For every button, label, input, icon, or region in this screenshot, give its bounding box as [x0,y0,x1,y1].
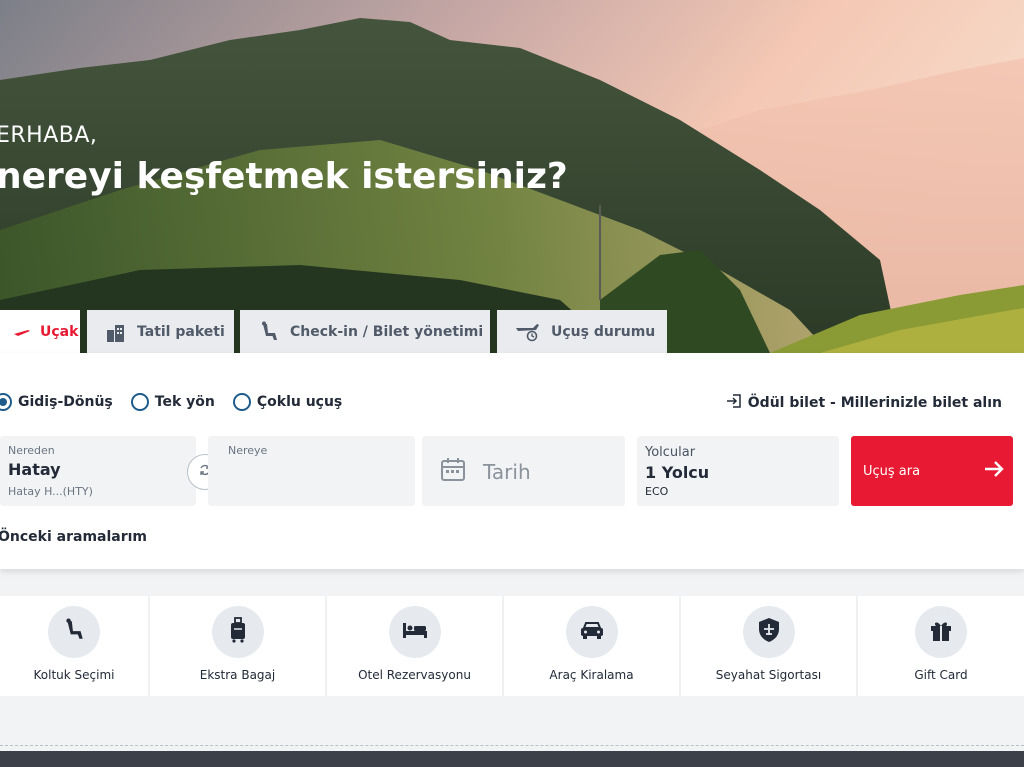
city-icon [105,322,127,342]
flight-search-panel: Gidiş-Dönüş Tek yön Çoklu uçuş Ödül bile… [0,353,1024,569]
trip-type-group: Gidiş-Dönüş Tek yön Çoklu uçuş [0,393,360,411]
flight-status-icon [515,322,541,342]
plane-icon [14,326,30,338]
service-icon-circle [211,606,264,658]
service-hotel-reservation[interactable]: Otel Rezervasyonu [327,596,504,696]
login-arrow-icon [726,393,742,413]
service-label: Otel Rezervasyonu [358,668,471,682]
origin-label: Nereden [8,444,55,457]
cabin-class: ECO [645,485,669,498]
service-icon-circle [388,606,441,658]
service-icon-circle [565,606,618,658]
tab-label: Uçak [40,324,79,340]
passengers-value: 1 Yolcu [645,463,710,482]
recent-searches-link[interactable]: Önceki aramalarım [0,529,147,545]
services-row: Koltuk Seçimi Ekstra Bagaj Otel Rezervas… [0,596,1024,696]
divider [0,745,1024,746]
car-icon [579,620,605,644]
radio-label: Çoklu uçuş [256,394,343,410]
hero-banner: ERHABA, nereyi keşfetmek istersiniz? [0,0,1024,353]
radio-dot [232,393,251,411]
greeting-text: ERHABA, [0,123,98,148]
calendar-icon [440,456,466,486]
service-label: Gift Card [914,668,968,682]
passengers-label: Yolcular [645,445,696,460]
date-placeholder: Tarih [483,460,531,484]
search-button-label: Uçuş ara [863,463,921,479]
service-travel-insurance[interactable]: Seyahat Sigortası [681,596,858,696]
tab-label: Check-in / Bilet yönetimi [290,324,484,340]
passengers-field[interactable]: Yolcular 1 Yolcu ECO [637,436,839,506]
origin-airport: Hatay H...(HTY) [8,485,93,498]
service-label: Araç Kiralama [549,668,634,682]
tab-label: Uçuş durumu [551,324,656,340]
radio-dot [130,393,149,411]
award-ticket-link[interactable]: Ödül bilet - Millerinizle bilet alın [726,393,1002,413]
service-icon-circle [48,606,100,658]
service-icon-circle [915,606,967,658]
radio-one-way[interactable]: Tek yön [130,393,215,411]
radio-label: Gidiş-Dönüş [18,394,113,410]
shield-plane-icon [757,617,781,647]
radio-multi-city[interactable]: Çoklu uçuş [232,393,343,411]
seat-icon [62,618,86,646]
tab-label: Tatil paketi [137,324,225,340]
service-icon-circle [742,606,795,658]
service-seat-selection[interactable]: Koltuk Seçimi [0,596,150,696]
service-label: Koltuk Seçimi [33,668,115,682]
tab-holiday-package[interactable]: Tatil paketi [87,310,234,354]
destination-label: Nereye [228,444,268,457]
origin-field[interactable]: Nereden Hatay Hatay H...(HTY) [0,436,196,506]
radio-round-trip[interactable]: Gidiş-Dönüş [0,393,113,411]
award-link-label: Ödül bilet - Millerinizle bilet alın [747,395,1002,411]
date-field[interactable]: Tarih [422,436,625,506]
service-extra-baggage[interactable]: Ekstra Bagaj [150,596,327,696]
tab-flight[interactable]: Uçak [0,310,80,354]
radio-dot [0,393,12,411]
destination-field[interactable]: Nereye [208,436,415,506]
service-label: Ekstra Bagaj [199,668,276,682]
radio-label: Tek yön [154,394,215,410]
origin-value: Hatay [8,460,61,479]
search-flights-button[interactable]: Uçuş ara [851,436,1013,506]
service-label: Seyahat Sigortası [715,668,822,682]
gift-icon [929,618,953,646]
tab-checkin-manage[interactable]: Check-in / Bilet yönetimi [240,310,490,354]
service-car-rental[interactable]: Araç Kiralama [504,596,681,696]
arrow-right-icon [983,459,1005,483]
luggage-icon [228,617,248,647]
hero-headline: nereyi keşfetmek istersiniz? [0,156,568,197]
seat-icon [258,321,280,343]
footer-bar [0,751,1024,767]
service-gift-card[interactable]: Gift Card [858,596,1024,696]
tab-flight-status[interactable]: Uçuş durumu [497,310,667,354]
bed-icon [402,620,428,644]
